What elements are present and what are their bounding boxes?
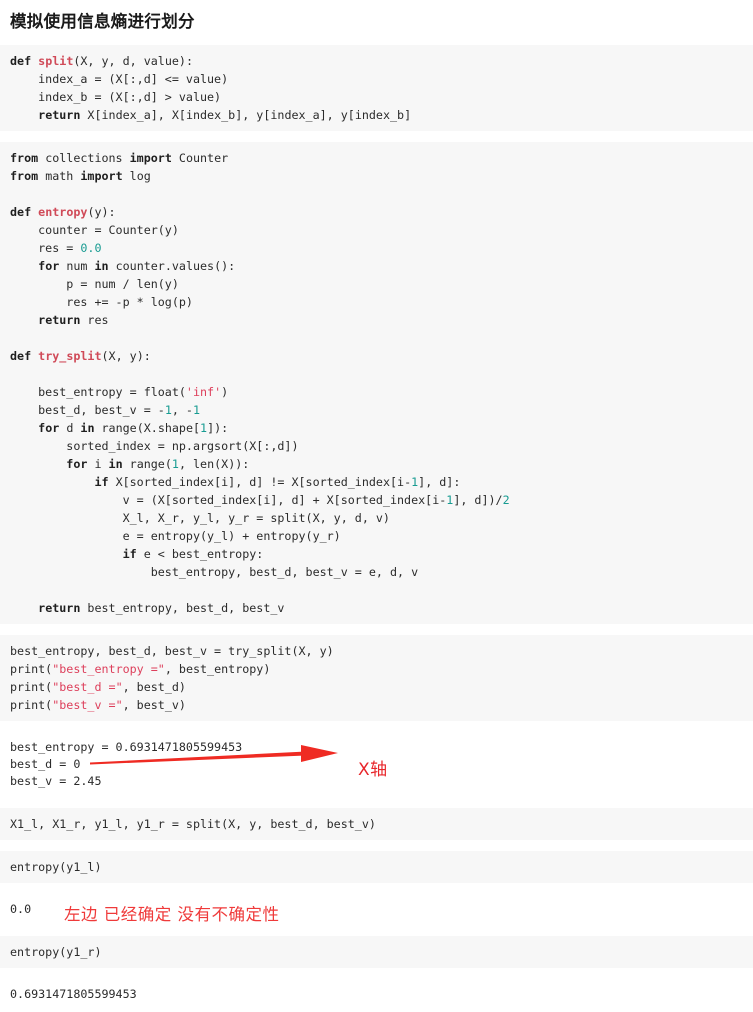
output-text-entropy-y1l: 0.0: [10, 902, 32, 917]
output-text-best-values: best_entropy = 0.6931471805599453 best_d…: [10, 740, 243, 789]
cell-try-split-call[interactable]: best_entropy, best_d, best_v = try_split…: [0, 635, 753, 722]
page-title: 模拟使用信息熵进行划分: [10, 13, 195, 31]
code-text-split-function: def split(X, y, d, value): index_a = (X[…: [10, 54, 412, 123]
spacer: [0, 624, 753, 636]
code-text-split-call: X1_l, X1_r, y1_l, y1_r = split(X, y, bes…: [10, 817, 376, 832]
code-text-entropy-function: from collections import Counter from mat…: [10, 151, 510, 616]
code-text-try-split-call: best_entropy, best_d, best_v = try_split…: [10, 644, 334, 713]
output-entropy-y1l: 0.0: [0, 894, 753, 926]
spacer: [0, 797, 753, 809]
spacer: [0, 925, 753, 937]
notebook-page: 模拟使用信息熵进行划分 def split(X, y, d, value): i…: [0, 0, 753, 1012]
output-entropy-y1r: 0.6931471805599453: [0, 979, 753, 1011]
output-best-values: best_entropy = 0.6931471805599453 best_d…: [0, 732, 753, 798]
code-text-entropy-y1r: entropy(y1_r): [10, 945, 102, 960]
cell-entropy-y1l[interactable]: entropy(y1_l): [0, 851, 753, 884]
spacer: [0, 33, 753, 46]
spacer: [0, 883, 753, 895]
output-text-entropy-y1r: 0.6931471805599453: [10, 987, 137, 1002]
cell-split-function[interactable]: def split(X, y, d, value): index_a = (X[…: [0, 45, 753, 132]
spacer: [0, 131, 753, 143]
code-text-entropy-y1l: entropy(y1_l): [10, 860, 102, 875]
spacer: [0, 840, 753, 852]
cell-entropy-function[interactable]: from collections import Counter from mat…: [0, 142, 753, 625]
cell-split-call[interactable]: X1_l, X1_r, y1_l, y1_r = split(X, y, bes…: [0, 808, 753, 841]
cell-entropy-y1r[interactable]: entropy(y1_r): [0, 936, 753, 969]
spacer: [0, 721, 753, 733]
spacer: [0, 968, 753, 980]
